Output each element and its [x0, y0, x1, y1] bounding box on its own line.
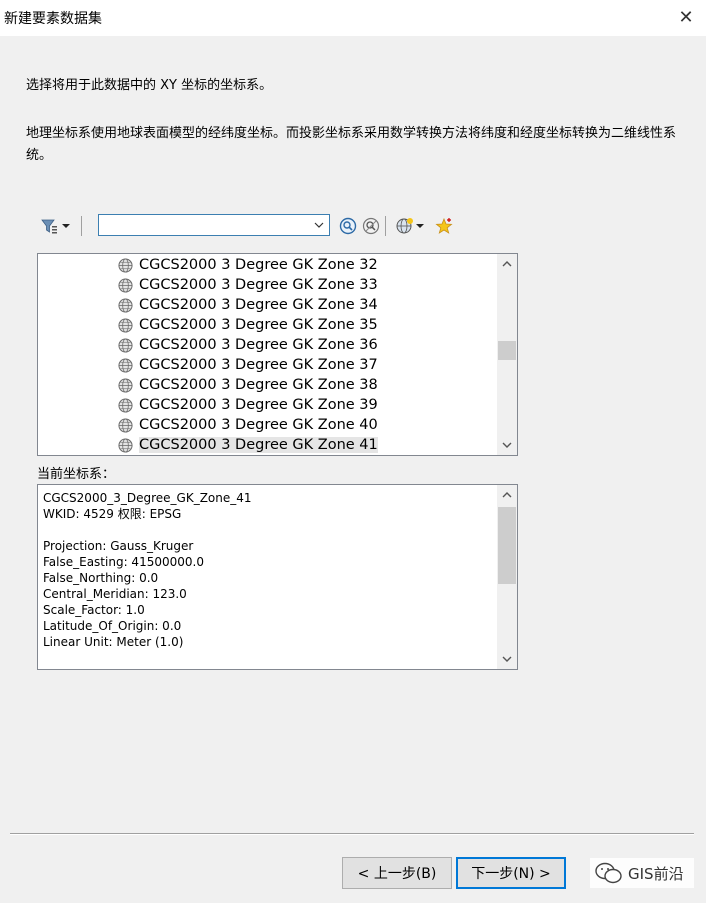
scroll-up-arrow[interactable]: [497, 485, 517, 505]
list-item-label: CGCS2000 3 Degree GK Zone 35: [139, 317, 378, 333]
filter-dropdown-button[interactable]: [40, 216, 76, 236]
list-item[interactable]: CGCS2000 3 Degree GK Zone 34: [118, 295, 378, 315]
favorite-add-icon: [435, 217, 453, 234]
crs-details-text: CGCS2000_3_Degree_GK_Zone_41 WKID: 4529 权…: [43, 490, 252, 650]
globe-icon: [118, 377, 133, 393]
toolbar-separator: [385, 216, 386, 236]
crs-detail-line: Latitude_Of_Origin: 0.0: [43, 619, 182, 633]
list-item[interactable]: CGCS2000 3 Degree GK Zone 40: [118, 415, 378, 435]
list-item[interactable]: CGCS2000 3 Degree GK Zone 39: [118, 395, 378, 415]
list-item[interactable]: CGCS2000 3 Degree GK Zone 32: [118, 255, 378, 275]
toolbar-separator: [81, 216, 82, 236]
globe-icon: [118, 257, 133, 273]
globe-add-icon: [396, 218, 413, 234]
filter-icon: [41, 219, 57, 234]
list-item-label: CGCS2000 3 Degree GK Zone 41: [139, 437, 378, 453]
scroll-down-arrow[interactable]: [497, 435, 517, 455]
list-item-label: CGCS2000 3 Degree GK Zone 34: [139, 297, 378, 313]
list-item[interactable]: CGCS2000 3 Degree GK Zone 33: [118, 275, 378, 295]
explanation-text: 地理坐标系使用地球表面模型的经纬度坐标。而投影坐标系采用数学转换方法将纬度和经度…: [26, 126, 677, 163]
crs-detail-line: False_Northing: 0.0: [43, 571, 159, 585]
close-icon: ✕: [678, 6, 694, 28]
crs-detail-line: False_Easting: 41500000.0: [43, 555, 204, 569]
list-item-label: CGCS2000 3 Degree GK Zone 38: [139, 377, 378, 393]
globe-icon: [118, 337, 133, 353]
title-bar: 新建要素数据集 ✕: [0, 0, 706, 36]
globe-icon: [118, 437, 133, 453]
list-item[interactable]: CGCS2000 3 Degree GK Zone 37: [118, 355, 378, 375]
search-combobox[interactable]: [98, 214, 330, 236]
list-item-label: CGCS2000 3 Degree GK Zone 37: [139, 357, 378, 373]
list-item-label: CGCS2000 3 Degree GK Zone 40: [139, 417, 378, 433]
list-item[interactable]: CGCS2000 3 Degree GK Zone 36: [118, 335, 378, 355]
back-button[interactable]: < 上一步(B): [342, 857, 452, 889]
chevron-up-icon: [502, 492, 512, 498]
current-crs-details[interactable]: CGCS2000_3_Degree_GK_Zone_41 WKID: 4529 权…: [37, 484, 518, 670]
crs-detail-line: Central_Meridian: 123.0: [43, 587, 187, 601]
globe-icon: [118, 357, 133, 373]
globe-icon: [118, 297, 133, 313]
scroll-down-arrow[interactable]: [497, 649, 517, 669]
list-item-label: CGCS2000 3 Degree GK Zone 39: [139, 397, 378, 413]
watermark-text: GIS前沿: [628, 864, 684, 883]
list-item[interactable]: CGCS2000 3 Degree GK Zone 38: [118, 375, 378, 395]
close-button[interactable]: ✕: [672, 4, 700, 30]
dialog-title: 新建要素数据集: [4, 11, 102, 27]
crs-detail-line: Linear Unit: Meter (1.0): [43, 635, 184, 649]
search-input[interactable]: [101, 216, 311, 236]
list-item-label: CGCS2000 3 Degree GK Zone 36: [139, 337, 378, 353]
globe-icon: [118, 277, 133, 293]
chevron-down-icon: [502, 442, 512, 448]
scroll-thumb[interactable]: [498, 341, 516, 360]
list-item-label: CGCS2000 3 Degree GK Zone 33: [139, 277, 378, 293]
scroll-thumb[interactable]: [498, 507, 516, 584]
next-button[interactable]: 下一步(N) >: [456, 857, 566, 889]
clear-search-button[interactable]: [361, 216, 381, 236]
crs-detail-line: WKID: 4529 权限: EPSG: [43, 507, 182, 521]
chevron-down-icon: [502, 656, 512, 662]
chevron-down-icon[interactable]: [311, 217, 327, 233]
footer-divider-highlight: [10, 834, 694, 835]
search-button[interactable]: [338, 216, 358, 236]
dropdown-arrow-icon: [416, 224, 424, 228]
crs-toolbar: [38, 212, 518, 240]
current-crs-label: 当前坐标系：: [37, 467, 116, 482]
add-to-favorites-button[interactable]: [434, 216, 454, 236]
dropdown-arrow-icon: [62, 224, 70, 228]
crs-detail-line: Scale_Factor: 1.0: [43, 603, 145, 617]
watermark: GIS前沿: [590, 858, 694, 888]
crs-detail-line: Projection: Gauss_Kruger: [43, 539, 194, 553]
list-item[interactable]: CGCS2000 3 Degree GK Zone 41: [118, 435, 378, 455]
list-item-label: CGCS2000 3 Degree GK Zone 32: [139, 257, 378, 273]
clear-search-icon: [362, 217, 380, 235]
crs-detail-line: CGCS2000_3_Degree_GK_Zone_41: [43, 491, 252, 505]
new-feature-dataset-dialog: 新建要素数据集 ✕ 选择将用于此数据中的 XY 坐标的坐标系。 地理坐标系使用地…: [0, 0, 706, 903]
list-scrollbar[interactable]: [497, 254, 517, 455]
instruction-text: 选择将用于此数据中的 XY 坐标的坐标系。: [26, 78, 273, 93]
wechat-icon: [595, 862, 622, 884]
globe-icon: [118, 417, 133, 433]
scroll-up-arrow[interactable]: [497, 254, 517, 274]
search-icon: [339, 217, 357, 235]
details-scrollbar[interactable]: [497, 485, 517, 669]
coordinate-system-list[interactable]: CGCS2000 3 Degree GK Zone 32 CGCS2000 3 D…: [37, 253, 518, 456]
crs-detail-line: [43, 522, 252, 538]
chevron-up-icon: [502, 261, 512, 267]
add-crs-dropdown-button[interactable]: [393, 216, 429, 236]
globe-icon: [118, 317, 133, 333]
list-item[interactable]: CGCS2000 3 Degree GK Zone 35: [118, 315, 378, 335]
globe-icon: [118, 397, 133, 413]
